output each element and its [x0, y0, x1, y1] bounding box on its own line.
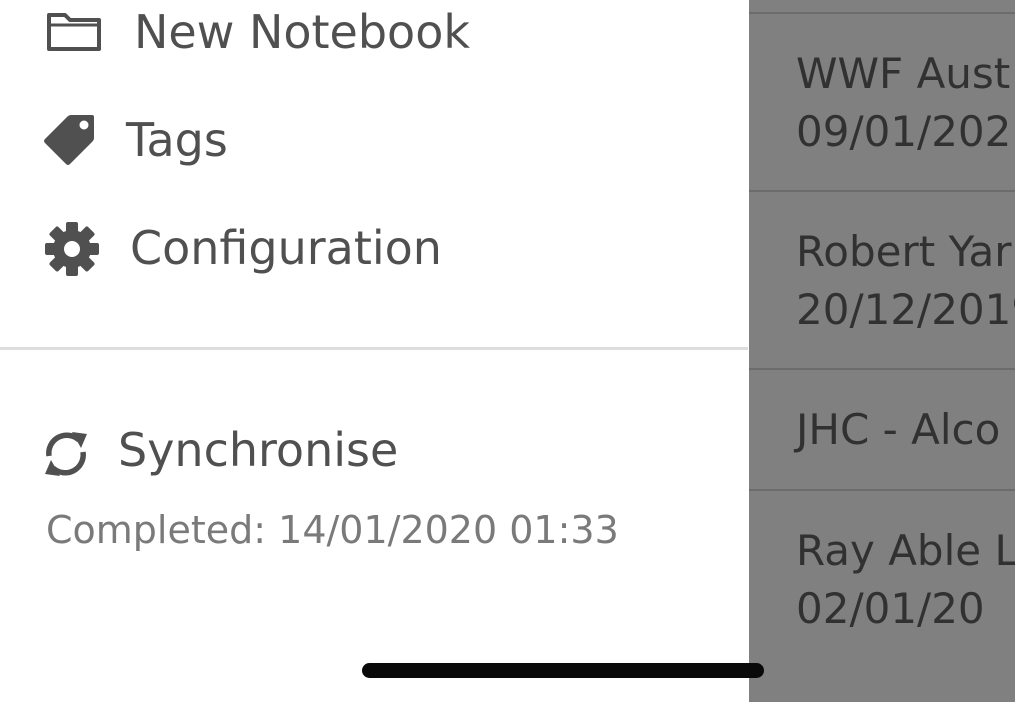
- note-title[interactable]: Robert Yar: [796, 224, 1011, 280]
- tags-label: Tags: [126, 113, 228, 167]
- note-date: 09/01/202: [796, 107, 1012, 156]
- menu-divider: [0, 347, 748, 350]
- sync-icon: [45, 432, 87, 476]
- note-title[interactable]: JHC - Alco: [796, 402, 1000, 458]
- synchronise-label: Synchronise: [118, 423, 399, 477]
- tag-icon: [44, 115, 94, 165]
- screen: WWF Aust 09/01/202 Robert Yar 20/12/2019…: [0, 0, 1015, 702]
- note-title[interactable]: Ray Able L: [796, 523, 1015, 579]
- home-indicator[interactable]: [362, 663, 764, 678]
- configuration-button[interactable]: Configuration: [0, 218, 748, 278]
- new-notebook-button[interactable]: New Notebook: [0, 2, 748, 62]
- sync-status-text: Completed: 14/01/2020 01:33: [46, 508, 619, 552]
- note-date: 02/01/20: [796, 584, 985, 633]
- configuration-label: Configuration: [130, 221, 442, 275]
- new-notebook-label: New Notebook: [134, 5, 470, 59]
- synchronise-button[interactable]: Synchronise: [0, 420, 748, 480]
- side-menu: New Notebook Tags Configuration Synchron…: [0, 0, 748, 600]
- note-list-overlay[interactable]: WWF Aust 09/01/202 Robert Yar 20/12/2019…: [749, 0, 1015, 702]
- tags-button[interactable]: Tags: [0, 110, 748, 170]
- note-separator: [749, 12, 1015, 14]
- note-date: 20/12/2019: [796, 285, 1015, 334]
- note-separator: [749, 368, 1015, 370]
- note-separator: [749, 190, 1015, 192]
- note-separator: [749, 489, 1015, 491]
- note-title[interactable]: WWF Aust: [796, 46, 1010, 102]
- gear-icon: [45, 222, 99, 276]
- folder-icon: [47, 13, 101, 51]
